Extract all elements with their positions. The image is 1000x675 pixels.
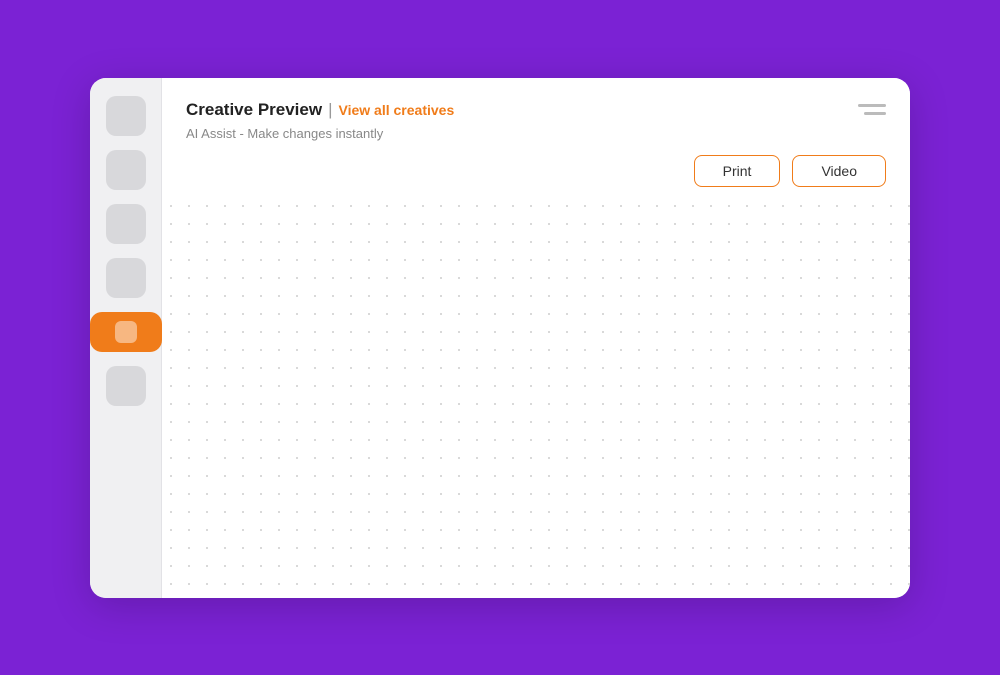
active-item-dot [115, 321, 137, 343]
sidebar-item-6[interactable] [106, 366, 146, 406]
print-button[interactable]: Print [694, 155, 781, 187]
sidebar-item-2[interactable] [106, 150, 146, 190]
view-all-creatives-link[interactable]: View all creatives [339, 102, 455, 118]
video-button[interactable]: Video [792, 155, 886, 187]
page-title: Creative Preview [186, 100, 322, 120]
sidebar-item-3[interactable] [106, 204, 146, 244]
header-left: Creative Preview | View all creatives AI… [186, 100, 454, 141]
menu-line-1 [858, 104, 886, 107]
header: Creative Preview | View all creatives AI… [162, 78, 910, 151]
header-title-row: Creative Preview | View all creatives [186, 100, 454, 120]
title-separator: | [328, 100, 332, 120]
canvas-area [162, 197, 910, 588]
buttons-row: Print Video [162, 151, 910, 197]
menu-icon[interactable] [858, 104, 886, 115]
sidebar-item-5-active[interactable] [90, 312, 162, 352]
main-content: Creative Preview | View all creatives AI… [162, 78, 910, 598]
sidebar-item-1[interactable] [106, 96, 146, 136]
sidebar-item-4[interactable] [106, 258, 146, 298]
sidebar [90, 78, 162, 598]
window-card: Creative Preview | View all creatives AI… [90, 78, 910, 598]
header-subtitle: AI Assist - Make changes instantly [186, 126, 454, 141]
menu-line-2 [864, 112, 886, 115]
